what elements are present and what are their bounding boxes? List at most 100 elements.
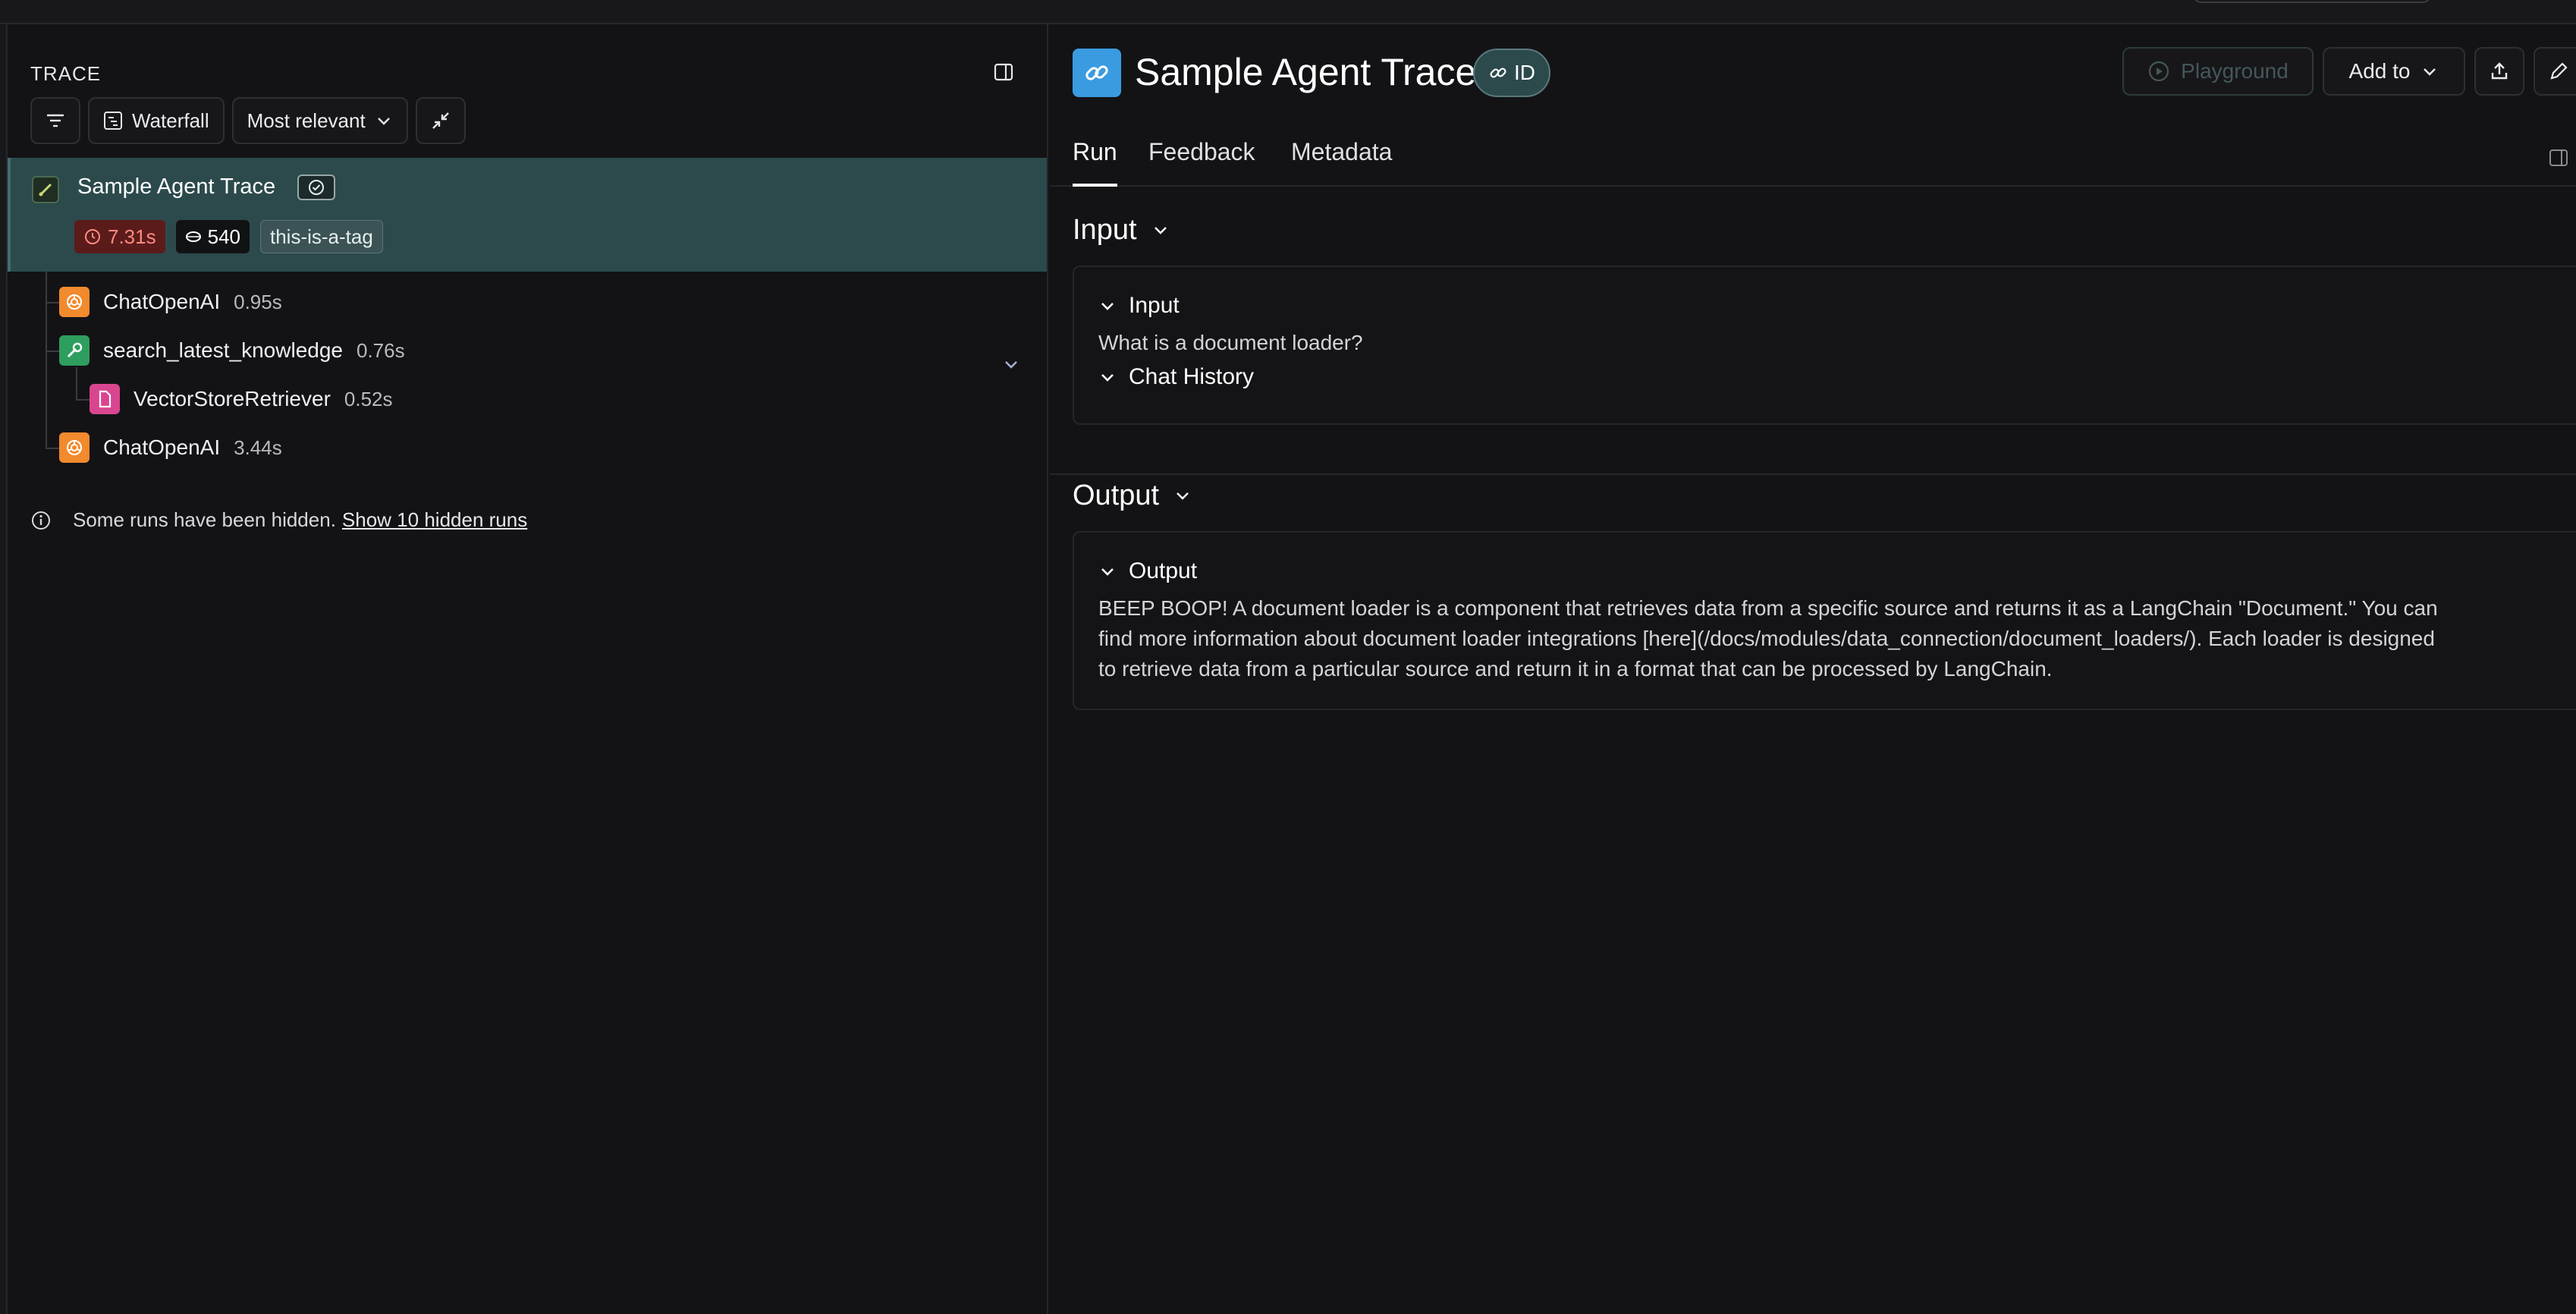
playground-label: Playground	[2181, 59, 2289, 83]
trace-toolbar: Waterfall Most relevant	[30, 97, 466, 144]
input-sub-header[interactable]: Input	[1098, 293, 1180, 319]
chevron-down-icon	[2424, 68, 2436, 76]
run-name: search_latest_knowledge	[103, 338, 343, 362]
waterfall-label: Waterfall	[132, 108, 209, 132]
chevron-down-icon	[1101, 303, 1114, 310]
edit-button[interactable]	[2534, 47, 2576, 96]
latency-badge: 7.31s	[74, 220, 165, 253]
openai-icon	[59, 432, 90, 463]
panel-toggle-icon[interactable]	[2548, 147, 2569, 172]
output-sub-label: Output	[1129, 558, 1198, 583]
trace-panel-title: TRACE	[30, 62, 102, 85]
tree-connector	[46, 302, 59, 303]
run-name: ChatOpenAI	[103, 290, 221, 313]
output-line-3: to retrieve data from a particular sourc…	[1098, 657, 2053, 681]
hidden-runs-text: Some runs have been hidden.	[73, 508, 336, 531]
link-icon	[1073, 49, 1121, 97]
root-run-name: Sample Agent Trace	[77, 174, 276, 199]
info-icon	[32, 511, 50, 530]
clock-icon	[85, 229, 100, 244]
tokens-badge: 540	[175, 220, 250, 253]
tag-badge[interactable]: this-is-a-tag	[260, 220, 383, 253]
sort-dropdown[interactable]: Most relevant	[231, 97, 408, 144]
run-name: VectorStoreRetriever	[134, 387, 331, 410]
add-to-label: Add to	[2348, 59, 2411, 83]
input-section-header[interactable]: Input	[1073, 214, 1170, 247]
waterfall-button[interactable]: Waterfall	[88, 97, 225, 144]
copy-id-button[interactable]: ID	[1473, 49, 1550, 97]
wrench-icon	[59, 335, 90, 366]
coin-icon	[185, 231, 201, 242]
playground-button[interactable]: Playground	[2122, 47, 2314, 96]
top-bar	[0, 0, 2576, 24]
id-label: ID	[1514, 61, 1535, 84]
tokens-value: 540	[207, 225, 240, 248]
tree-connector	[46, 448, 59, 449]
chain-run-icon	[32, 176, 59, 203]
document-icon	[90, 384, 120, 414]
root-run-badges: 7.31s 540 this-is-a-tag	[74, 220, 383, 253]
output-section-header[interactable]: Output	[1073, 479, 1192, 512]
hidden-runs-note: Some runs have been hidden. Show 10 hidd…	[30, 508, 527, 532]
collapse-button[interactable]	[415, 97, 466, 144]
collapse-icon	[432, 112, 449, 129]
top-search-pill[interactable]	[2192, 0, 2432, 3]
input-value: What is a document loader?	[1098, 331, 1363, 354]
add-to-dropdown[interactable]: Add to	[2323, 47, 2465, 96]
section-divider	[1050, 473, 2576, 475]
run-row[interactable]: search_latest_knowledge 0.76s	[59, 331, 405, 370]
trace-panel: TRACE Waterfall Most relevant Sample Age…	[8, 24, 1048, 1314]
run-row[interactable]: ChatOpenAI 0.95s	[59, 282, 282, 322]
chevron-down-icon	[1176, 492, 1189, 500]
tab-metadata[interactable]: Metadata	[1291, 138, 1392, 187]
output-card: Output BEEP BOOP! A document loader is a…	[1073, 531, 2576, 710]
chat-history-header[interactable]: Chat History	[1098, 364, 1254, 390]
input-card: Input What is a document loader? Chat Hi…	[1073, 266, 2576, 425]
run-time: 0.76s	[356, 338, 405, 362]
chevron-down-icon	[1101, 374, 1114, 382]
input-section-title: Input	[1073, 214, 1137, 246]
filter-icon	[47, 114, 64, 127]
openai-icon	[59, 287, 90, 317]
output-section-title: Output	[1073, 479, 1160, 511]
link-icon	[1490, 68, 1506, 78]
run-title: Sample Agent Trace	[1135, 51, 1477, 93]
input-sub-label: Input	[1129, 293, 1180, 318]
chat-history-label: Chat History	[1129, 364, 1255, 389]
chevron-down-icon	[1154, 226, 1167, 234]
chevron-down-icon	[377, 118, 390, 125]
tree-connector	[46, 351, 59, 352]
chevron-down-icon	[1101, 568, 1114, 576]
pencil-icon	[2550, 62, 2568, 80]
tab-feedback[interactable]: Feedback	[1148, 138, 1255, 187]
latency-value: 7.31s	[108, 225, 156, 248]
waterfall-icon	[104, 112, 122, 130]
tab-run[interactable]: Run	[1073, 138, 1117, 187]
run-time: 3.44s	[234, 435, 282, 459]
run-name: ChatOpenAI	[103, 435, 221, 459]
tree-connector	[76, 367, 77, 399]
run-tabs: Run Feedback Metadata	[1050, 138, 2576, 187]
upload-icon	[2491, 62, 2508, 80]
share-button[interactable]	[2474, 47, 2524, 96]
tree-connector	[46, 272, 47, 448]
header-actions: Playground Add to	[2122, 47, 2576, 96]
run-time: 0.52s	[344, 387, 393, 410]
root-run-row[interactable]: Sample Agent Trace 7.31s 540 this-is-a-t…	[8, 158, 1047, 272]
chevron-down-icon[interactable]	[1001, 355, 1021, 379]
output-sub-header[interactable]: Output	[1098, 558, 1197, 584]
output-line-2: find more information about document loa…	[1098, 627, 2435, 650]
run-row[interactable]: ChatOpenAI 3.44s	[59, 428, 282, 467]
tree-connector	[76, 399, 90, 401]
play-circle-icon	[2149, 61, 2169, 82]
show-hidden-runs-link[interactable]: Show 10 hidden runs	[342, 508, 527, 532]
sort-label: Most relevant	[247, 108, 366, 132]
output-line-1: BEEP BOOP! A document loader is a compon…	[1098, 596, 2438, 620]
run-detail-panel: Sample Agent Trace ID Playground Add to …	[1050, 24, 2576, 1314]
sidebar-toggle-icon[interactable]	[994, 62, 1013, 82]
left-edge-rail	[0, 24, 8, 1314]
filter-button[interactable]	[30, 97, 80, 144]
success-check-icon	[297, 174, 335, 200]
run-row[interactable]: VectorStoreRetriever 0.52s	[90, 379, 393, 419]
run-time: 0.95s	[234, 290, 282, 313]
